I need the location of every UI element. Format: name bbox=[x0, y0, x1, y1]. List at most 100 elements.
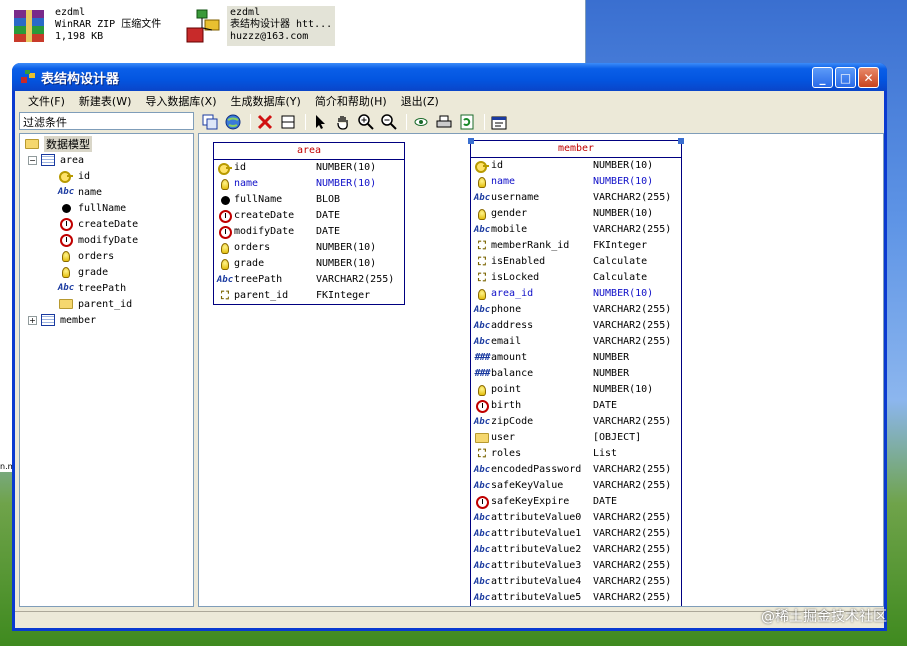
watermark: @稀土掘金技术社区 bbox=[761, 609, 887, 625]
field-row[interactable]: Abc encodedPassword VARCHAR2(255) bbox=[471, 462, 681, 478]
field-row[interactable]: safeKeyExpire DATE bbox=[471, 494, 681, 510]
field-row[interactable]: createDate DATE bbox=[214, 208, 404, 224]
tree-field[interactable]: createDate bbox=[58, 216, 138, 232]
field-row[interactable]: Abc attributeValue3 VARCHAR2(255) bbox=[471, 558, 681, 574]
file-item-winrar[interactable]: ezdml WinRAR ZIP 压缩文件 1,198 KB bbox=[8, 6, 164, 46]
tree-field[interactable]: Abc treePath bbox=[58, 280, 126, 296]
delete-icon[interactable] bbox=[255, 112, 275, 132]
diagram-canvas[interactable]: area id NUMBER(10) name NUMBER(10) fullName B… bbox=[198, 133, 884, 607]
entity-area[interactable]: area id NUMBER(10) name NUMBER(10) fullName B… bbox=[213, 142, 405, 305]
field-row[interactable]: ### amount NUMBER bbox=[471, 350, 681, 366]
refresh-icon[interactable] bbox=[457, 112, 477, 132]
tree-field[interactable]: modifyDate bbox=[58, 232, 138, 248]
field-name: encodedPassword bbox=[491, 464, 582, 475]
tree-field[interactable]: orders bbox=[58, 248, 114, 264]
tree-field[interactable]: Abc name bbox=[58, 184, 102, 200]
minimize-button[interactable]: _ bbox=[812, 67, 833, 88]
entity-member[interactable]: member id NUMBER(10) name NUMBER(10) Abc user… bbox=[468, 138, 684, 606]
field-type: VARCHAR2(255) bbox=[593, 480, 672, 491]
menu-import-db[interactable]: 导入数据库(X) bbox=[138, 93, 223, 109]
field-name: attributeValue5 bbox=[491, 592, 582, 603]
field-row[interactable]: ⛶ isEnabled Calculate bbox=[471, 254, 681, 270]
field-row[interactable]: ⛶ parent_id FKInteger bbox=[214, 288, 404, 304]
field-name: attributeValue2 bbox=[491, 544, 582, 555]
tree-field[interactable]: fullName bbox=[58, 200, 126, 216]
globe-icon[interactable] bbox=[223, 112, 243, 132]
field-type: Calculate bbox=[593, 256, 648, 267]
field-row[interactable]: area_id NUMBER(10) bbox=[471, 286, 681, 302]
field-row[interactable]: Abc attributeValue2 VARCHAR2(255) bbox=[471, 542, 681, 558]
field-row[interactable]: Abc mobile VARCHAR2(255) bbox=[471, 222, 681, 238]
menu-help[interactable]: 简介和帮助(H) bbox=[308, 93, 394, 109]
close-button[interactable]: ✕ bbox=[858, 67, 879, 88]
field-row[interactable]: ⛶ memberRank_id FKInteger bbox=[471, 238, 681, 254]
menu-new-table[interactable]: 新建表(W) bbox=[72, 93, 138, 109]
field-type: VARCHAR2(255) bbox=[593, 320, 672, 331]
tree-table-area[interactable]: area bbox=[40, 152, 84, 168]
field-name: balance bbox=[491, 368, 534, 379]
field-row[interactable]: gender NUMBER(10) bbox=[471, 206, 681, 222]
zoom-out-icon[interactable] bbox=[379, 112, 399, 132]
abc-icon: Abc bbox=[473, 593, 491, 603]
field-row[interactable]: name NUMBER(10) bbox=[214, 176, 404, 192]
field-row[interactable]: id NUMBER(10) bbox=[214, 160, 404, 176]
properties-icon[interactable] bbox=[489, 112, 509, 132]
menu-generate-db[interactable]: 生成数据库(Y) bbox=[224, 93, 308, 109]
field-row[interactable]: ### balance NUMBER bbox=[471, 366, 681, 382]
folder-icon bbox=[58, 296, 74, 312]
field-name: fullName bbox=[234, 194, 283, 205]
field-row[interactable]: Abc zipCode VARCHAR2(255) bbox=[471, 414, 681, 430]
field-row[interactable]: Abc treePath VARCHAR2(255) bbox=[214, 272, 404, 288]
print-icon[interactable] bbox=[434, 112, 454, 132]
field-row[interactable]: Abc address VARCHAR2(255) bbox=[471, 318, 681, 334]
title-bar[interactable]: 表结构设计器 _ □ ✕ bbox=[12, 63, 887, 91]
tree-table-member[interactable]: member bbox=[40, 312, 96, 328]
tree-field[interactable]: parent_id bbox=[58, 296, 132, 312]
field-row[interactable]: ⛶ isLocked Calculate bbox=[471, 270, 681, 286]
abc-icon: Abc bbox=[473, 545, 491, 555]
maximize-button[interactable]: □ bbox=[835, 67, 856, 88]
resize-handle[interactable] bbox=[678, 138, 684, 144]
tree-field[interactable]: id bbox=[58, 168, 90, 184]
eye-icon[interactable] bbox=[411, 112, 431, 132]
field-row[interactable]: id NUMBER(10) bbox=[471, 158, 681, 174]
field-row[interactable]: Abc attributeValue5 VARCHAR2(255) bbox=[471, 590, 681, 606]
resize-handle[interactable] bbox=[468, 138, 474, 144]
field-row[interactable]: name NUMBER(10) bbox=[471, 174, 681, 190]
field-row[interactable]: point NUMBER(10) bbox=[471, 382, 681, 398]
field-row[interactable]: Abc username VARCHAR2(255) bbox=[471, 190, 681, 206]
tree-field-label: createDate bbox=[78, 218, 139, 230]
field-row[interactable]: birth DATE bbox=[471, 398, 681, 414]
field-name: attributeValue4 bbox=[491, 576, 582, 587]
expander-collapse[interactable]: − bbox=[28, 156, 37, 165]
field-row[interactable]: Abc attributeValue1 VARCHAR2(255) bbox=[471, 526, 681, 542]
field-row[interactable]: grade NUMBER(10) bbox=[214, 256, 404, 272]
zoom-in-icon[interactable] bbox=[356, 112, 376, 132]
menu-file[interactable]: 文件(F) bbox=[21, 93, 72, 109]
menu-exit[interactable]: 退出(Z) bbox=[394, 93, 446, 109]
field-row[interactable]: Abc attributeValue4 VARCHAR2(255) bbox=[471, 574, 681, 590]
file-item-ezdml[interactable]: ezdml 表结构设计器 htt... huzzz@163.com bbox=[183, 6, 336, 46]
window-title: 表结构设计器 bbox=[41, 71, 120, 87]
expander-expand[interactable]: + bbox=[28, 316, 37, 325]
field-row[interactable]: user [OBJECT] bbox=[471, 430, 681, 446]
hand-icon[interactable] bbox=[333, 112, 353, 132]
field-row[interactable]: fullName BLOB bbox=[214, 192, 404, 208]
field-row[interactable]: orders NUMBER(10) bbox=[214, 240, 404, 256]
field-row[interactable]: Abc phone VARCHAR2(255) bbox=[471, 302, 681, 318]
copy-icon[interactable] bbox=[200, 112, 220, 132]
filter-input[interactable]: 过滤条件 bbox=[19, 112, 194, 130]
folder-icon bbox=[474, 430, 490, 446]
tree-field[interactable]: grade bbox=[58, 264, 108, 280]
field-row[interactable]: modifyDate DATE bbox=[214, 224, 404, 240]
window-icon[interactable] bbox=[278, 112, 298, 132]
field-name: createDate bbox=[234, 210, 295, 221]
field-row[interactable]: ⛶ roles List bbox=[471, 446, 681, 462]
field-type: VARCHAR2(255) bbox=[593, 528, 672, 539]
field-row[interactable]: Abc attributeValue0 VARCHAR2(255) bbox=[471, 510, 681, 526]
pointer-icon[interactable] bbox=[310, 112, 330, 132]
field-row[interactable]: Abc safeKeyValue VARCHAR2(255) bbox=[471, 478, 681, 494]
tree-root[interactable]: 数据模型 bbox=[24, 136, 92, 152]
field-row[interactable]: Abc email VARCHAR2(255) bbox=[471, 334, 681, 350]
field-type: DATE bbox=[593, 496, 618, 507]
